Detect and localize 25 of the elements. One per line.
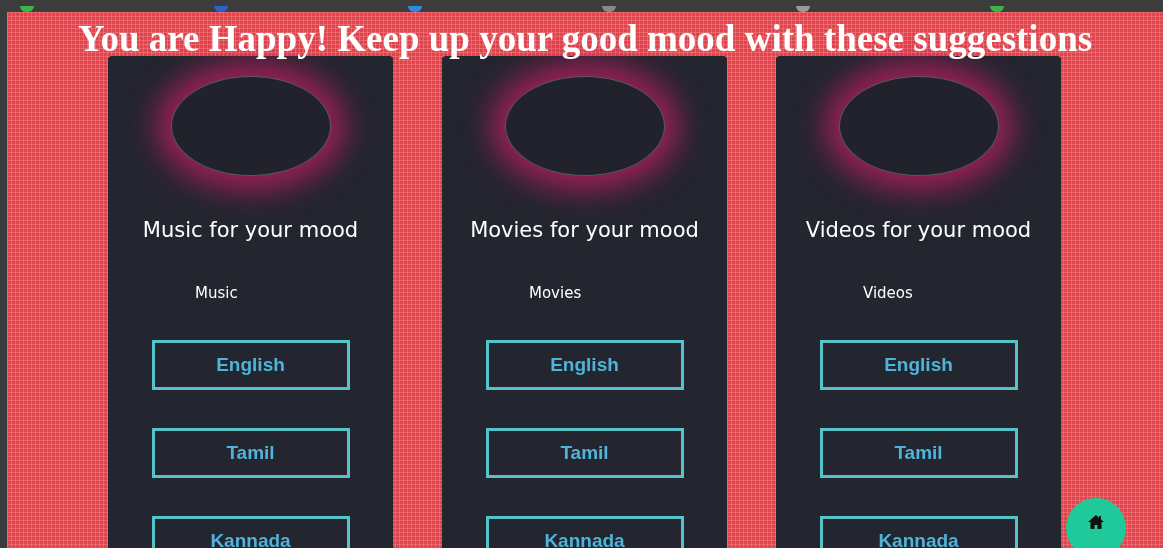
language-button[interactable]: Tamil	[151, 428, 350, 478]
glowing-orb-icon	[170, 76, 331, 176]
home-icon	[1087, 514, 1105, 530]
language-button[interactable]: Kannada	[151, 516, 350, 548]
card-title: Movies for your mood	[470, 218, 699, 242]
page-heading: You are Happy! Keep up your good mood with these suggestions	[77, 17, 1093, 60]
language-button[interactable]: Kannada	[485, 516, 684, 548]
bookmark-icon[interactable]	[990, 6, 1004, 12]
language-button[interactable]: Kannada	[819, 516, 1018, 548]
language-button[interactable]: Tamil	[819, 428, 1018, 478]
card-title: Music for your mood	[142, 218, 359, 242]
category-label: Music	[195, 284, 238, 302]
bookmark-icon[interactable]	[796, 6, 810, 12]
bookmark-icon[interactable]	[602, 6, 616, 12]
language-button[interactable]: English	[151, 340, 350, 390]
language-button[interactable]: Tamil	[485, 428, 684, 478]
category-label: Movies	[529, 284, 582, 302]
card-title: Videos for your mood	[805, 218, 1032, 242]
category-label: Videos	[863, 284, 913, 302]
bookmark-icon[interactable]	[408, 6, 422, 12]
language-button[interactable]: English	[819, 340, 1018, 390]
glowing-orb-icon	[838, 76, 999, 176]
language-button[interactable]: English	[485, 340, 684, 390]
bookmark-icon[interactable]	[20, 6, 34, 12]
glowing-orb-icon	[504, 76, 665, 176]
